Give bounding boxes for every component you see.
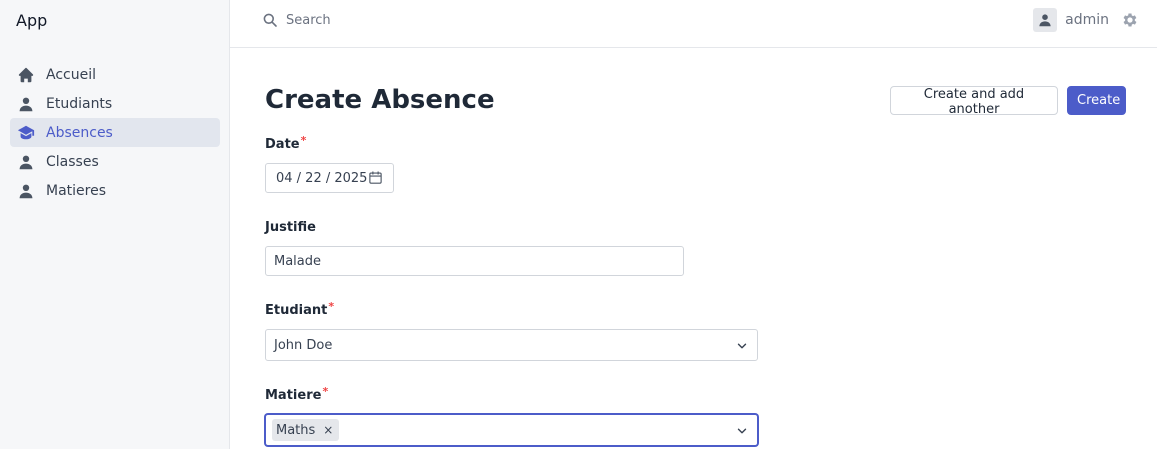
sidebar-item-absences[interactable]: Absences: [10, 118, 220, 147]
username[interactable]: admin: [1065, 12, 1109, 28]
create-button[interactable]: Create: [1067, 86, 1126, 115]
matiere-multiselect[interactable]: Maths ×: [265, 414, 758, 446]
sidebar: App Accueil Etudiants Absences Classes M…: [0, 0, 230, 449]
date-input[interactable]: 04 / 22 / 2025: [265, 163, 394, 193]
sidebar-item-label: Accueil: [46, 66, 96, 83]
sidebar-item-label: Etudiants: [46, 95, 113, 112]
search-icon: [262, 12, 278, 28]
topbar: admin: [230, 0, 1157, 48]
required-mark: *: [300, 134, 307, 147]
avatar[interactable]: [1033, 8, 1058, 32]
etudiant-selected-value: John Doe: [274, 337, 333, 353]
chip-label: Maths: [276, 422, 316, 438]
user-icon: [17, 182, 35, 200]
etudiant-select[interactable]: John Doe: [265, 329, 758, 361]
sidebar-item-accueil[interactable]: Accueil: [10, 60, 220, 89]
chip-remove-button[interactable]: ×: [323, 423, 333, 437]
justifie-label: Justifie: [265, 220, 316, 235]
home-icon: [17, 66, 35, 84]
sidebar-nav: Accueil Etudiants Absences Classes Matie…: [10, 60, 220, 205]
search-input[interactable]: [286, 12, 526, 28]
create-and-add-another-button[interactable]: Create and add another: [890, 86, 1058, 117]
search-bar: [262, 10, 562, 30]
gear-icon[interactable]: [1121, 11, 1139, 29]
user-menu[interactable]: admin: [1033, 8, 1139, 32]
required-mark: *: [328, 300, 335, 313]
sidebar-item-etudiants[interactable]: Etudiants: [10, 89, 220, 118]
selected-chip: Maths ×: [272, 419, 340, 441]
date-label-text: Date: [265, 137, 300, 152]
date-label: Date*: [265, 134, 307, 152]
chevron-down-icon: [735, 339, 749, 353]
sidebar-item-label: Absences: [46, 124, 113, 141]
sidebar-item-matieres[interactable]: Matieres: [10, 176, 220, 205]
etudiant-label-text: Etudiant: [265, 303, 328, 318]
matiere-label-text: Matiere: [265, 388, 322, 403]
sidebar-item-label: Classes: [46, 153, 99, 170]
sidebar-item-label: Matieres: [46, 182, 107, 199]
date-value: 04 / 22 / 2025: [276, 170, 368, 186]
user-icon: [17, 95, 35, 113]
user-icon: [17, 153, 35, 171]
calendar-icon[interactable]: [368, 170, 383, 185]
sidebar-item-classes[interactable]: Classes: [10, 147, 220, 176]
required-mark: *: [322, 385, 329, 398]
app-title: App: [16, 11, 48, 30]
justifie-label-text: Justifie: [265, 220, 316, 235]
page-title: Create Absence: [265, 85, 495, 115]
justifie-input[interactable]: [265, 246, 684, 276]
matiere-label: Matiere*: [265, 385, 329, 403]
academic-cap-icon: [17, 124, 35, 142]
etudiant-label: Etudiant*: [265, 300, 335, 318]
chevron-down-icon: [735, 424, 749, 438]
